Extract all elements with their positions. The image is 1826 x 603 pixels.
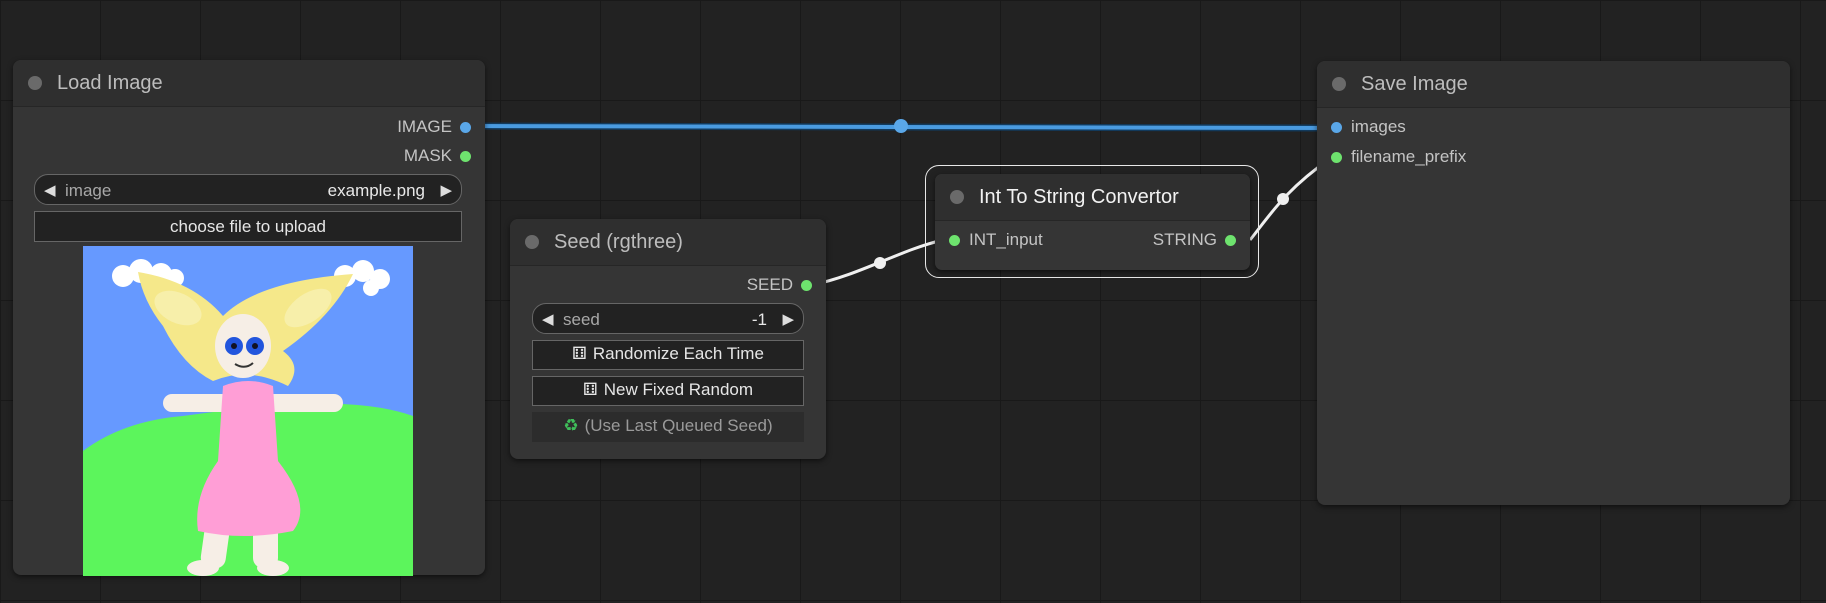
collapse-dot[interactable]: [28, 76, 42, 90]
output-slot-mask[interactable]: MASK: [404, 146, 471, 166]
arrow-left-icon[interactable]: ◀: [542, 304, 554, 335]
node-int-to-string[interactable]: Int To String Convertor INT_input STRING: [935, 174, 1250, 270]
string-output-dot[interactable]: [1225, 235, 1236, 247]
arrow-right-icon[interactable]: ▶: [440, 175, 452, 206]
node-title-text: Int To String Convertor: [979, 186, 1179, 208]
button-label: (Use Last Queued Seed): [584, 416, 773, 435]
node-save-image[interactable]: Save Image images filename_prefix: [1317, 61, 1790, 505]
output-label: IMAGE: [397, 117, 452, 136]
arrow-right-icon[interactable]: ▶: [782, 304, 794, 335]
node-title-text: Save Image: [1361, 73, 1468, 95]
input-label: images: [1351, 117, 1406, 136]
node-seed[interactable]: Seed (rgthree) SEED ◀ seed -1 ▶ ⚅ Randomi…: [510, 219, 826, 459]
mask-slot-dot[interactable]: [460, 151, 471, 163]
arrow-left-icon[interactable]: ◀: [44, 175, 56, 206]
dice-icon: ⚅: [572, 344, 587, 363]
image-combo-widget[interactable]: ◀ image example.png ▶: [34, 174, 462, 205]
upload-button[interactable]: choose file to upload: [34, 211, 462, 242]
collapse-dot[interactable]: [1332, 77, 1346, 91]
output-slot-image[interactable]: IMAGE: [397, 117, 471, 137]
int-input-dot[interactable]: [949, 235, 960, 247]
seed-number-widget[interactable]: ◀ seed -1 ▶: [532, 303, 804, 334]
node-title[interactable]: Load Image: [13, 60, 485, 107]
images-input-dot[interactable]: [1331, 122, 1342, 134]
widget-name: image: [65, 181, 112, 200]
input-slot-filename-prefix[interactable]: filename_prefix: [1331, 147, 1466, 167]
output-slot-seed[interactable]: SEED: [747, 275, 812, 295]
node-title[interactable]: Int To String Convertor: [935, 174, 1250, 221]
collapse-dot[interactable]: [525, 235, 539, 249]
graph-canvas[interactable]: Load Image IMAGE MASK ◀ image example.pn…: [0, 0, 1826, 603]
node-title-text: Load Image: [57, 72, 163, 94]
input-label: INT_input: [969, 230, 1043, 249]
output-label: STRING: [1152, 230, 1217, 249]
collapse-dot[interactable]: [950, 190, 964, 204]
widget-value: example.png: [327, 181, 425, 200]
dice-icon: ⚅: [582, 380, 598, 399]
output-slot-string[interactable]: STRING: [1153, 230, 1236, 250]
upload-button-label: choose file to upload: [170, 217, 326, 236]
recycle-icon: ♻: [563, 416, 579, 435]
link-midpoint-image[interactable]: [894, 119, 908, 133]
image-slot-dot[interactable]: [460, 122, 471, 134]
widget-name: seed: [563, 310, 600, 329]
link-midpoint-seed[interactable]: [874, 257, 886, 269]
button-label: Randomize Each Time: [592, 344, 764, 363]
randomize-each-time-button[interactable]: ⚅ Randomize Each Time: [532, 340, 804, 370]
node-title[interactable]: Seed (rgthree): [510, 219, 826, 266]
output-label: MASK: [403, 146, 452, 165]
button-label: New Fixed Random: [603, 380, 754, 399]
image-preview: [83, 246, 413, 576]
new-fixed-random-button[interactable]: ⚅ New Fixed Random: [532, 376, 804, 406]
input-slot-images[interactable]: images: [1331, 117, 1406, 137]
input-label: filename_prefix: [1351, 147, 1467, 166]
widget-value: -1: [751, 310, 767, 329]
use-last-queued-seed-button[interactable]: ♻ (Use Last Queued Seed): [532, 412, 804, 442]
node-title-text: Seed (rgthree): [554, 231, 683, 253]
output-label: SEED: [746, 275, 793, 294]
node-title[interactable]: Save Image: [1317, 61, 1790, 108]
input-slot-int[interactable]: INT_input: [949, 230, 1043, 250]
filename-prefix-input-dot[interactable]: [1331, 152, 1342, 164]
seed-slot-dot[interactable]: [801, 280, 812, 292]
link-midpoint-string[interactable]: [1277, 193, 1289, 205]
